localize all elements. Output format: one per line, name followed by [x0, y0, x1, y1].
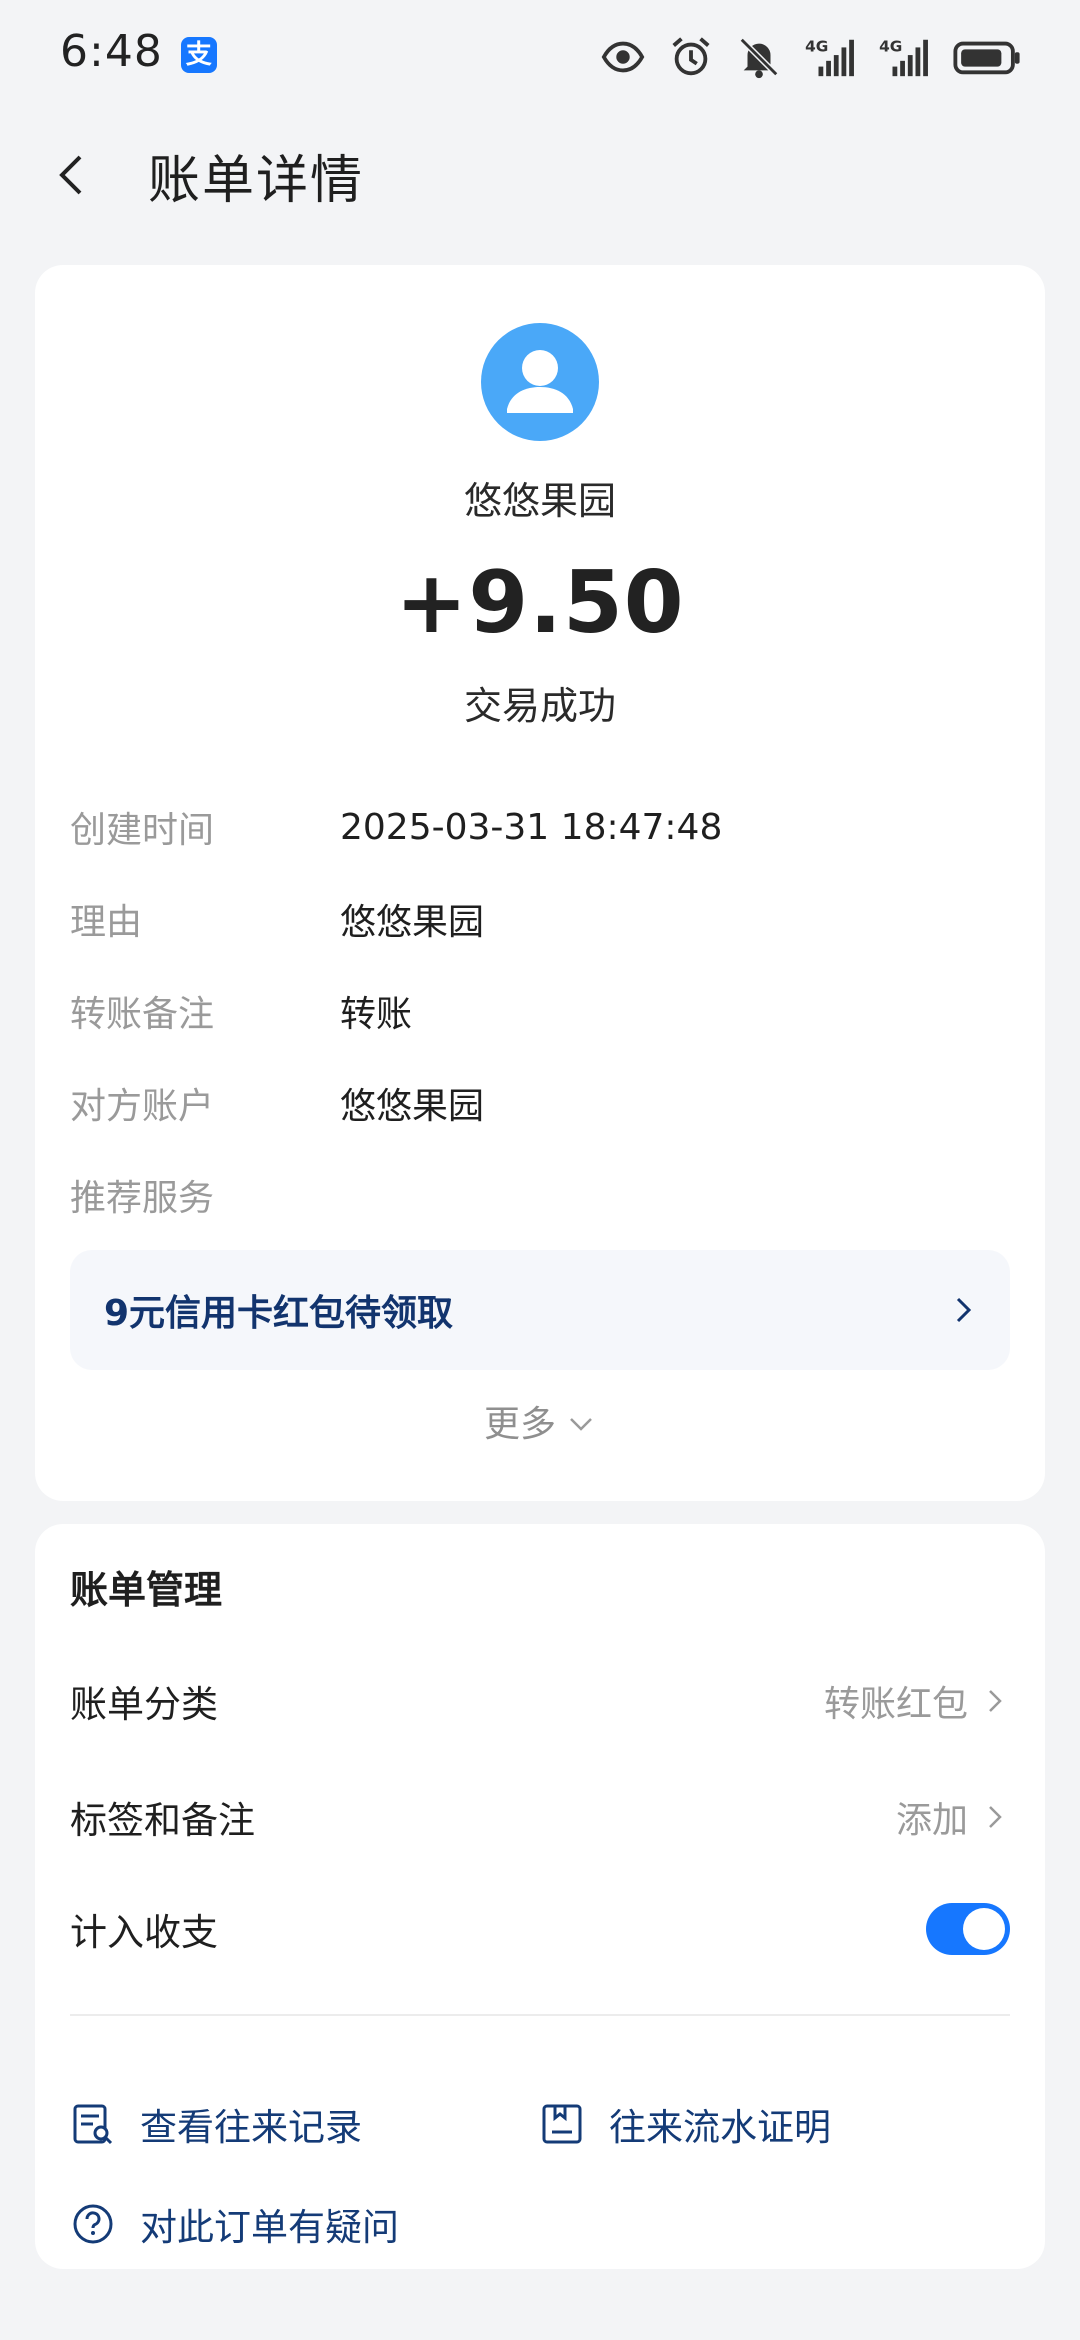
detail-label: 对方账户 — [70, 1086, 215, 1127]
payee-avatar[interactable] — [481, 323, 599, 441]
transaction-amount: +9.50 — [395, 553, 685, 653]
more-button[interactable]: 更多 — [35, 1395, 1045, 1447]
document-proof-icon — [539, 2101, 585, 2147]
transaction-status: 交易成功 — [463, 684, 616, 728]
include-in-budget-toggle[interactable] — [926, 1903, 1010, 1955]
view-history-label: 查看往来记录 — [140, 2106, 362, 2149]
bill-category-row[interactable]: 账单分类 转账红包 — [70, 1666, 1010, 1736]
top-bar: 账单详情 — [0, 120, 1080, 230]
status-bar-right: 4G 4G — [600, 34, 1022, 80]
promo-text: 9元信用卡红包待领取 — [104, 1293, 454, 1334]
detail-label: 创建时间 — [70, 810, 215, 851]
transaction-proof-label: 往来流水证明 — [609, 2106, 831, 2149]
question-circle-icon — [70, 2201, 116, 2247]
network-label-1: 4G — [805, 37, 828, 55]
detail-value: 悠悠果园 — [340, 1086, 485, 1127]
detail-row-remark: 转账备注 转账 — [70, 981, 1010, 1041]
page-title: 账单详情 — [148, 150, 365, 211]
detail-label: 转账备注 — [70, 994, 215, 1035]
chevron-right-icon — [980, 1802, 1010, 1832]
detail-value: 2025-03-31 18:47:48 — [340, 806, 723, 848]
promo-credit-card-banner[interactable]: 9元信用卡红包待领取 — [70, 1250, 1010, 1370]
mute-bell-icon — [736, 34, 782, 80]
bill-category-label: 账单分类 — [70, 1683, 218, 1726]
back-button[interactable] — [36, 139, 108, 211]
detail-row-recommended: 推荐服务 — [70, 1165, 1010, 1225]
status-time: 6:48 — [60, 26, 163, 77]
more-label: 更多 — [483, 1404, 556, 1445]
detail-label: 推荐服务 — [70, 1178, 215, 1219]
record-search-icon — [70, 2101, 116, 2147]
detail-value: 悠悠果园 — [340, 902, 485, 943]
signal-4g-icon: 4G — [878, 34, 930, 80]
signal-4g-icon: 4G — [804, 34, 856, 80]
back-arrow-icon — [59, 155, 82, 195]
detail-label: 理由 — [70, 902, 143, 943]
include-in-budget-label: 计入收支 — [70, 1911, 218, 1954]
transaction-card: 悠悠果园 +9.50 交易成功 创建时间 2025-03-31 18:47:48… — [35, 265, 1045, 1501]
detail-row-created-time: 创建时间 2025-03-31 18:47:48 — [70, 797, 1010, 857]
view-history-link[interactable]: 查看往来记录 — [70, 2089, 362, 2159]
alarm-icon — [668, 34, 714, 80]
network-label-2: 4G — [879, 37, 902, 55]
detail-row-counterparty: 对方账户 悠悠果园 — [70, 1073, 1010, 1133]
detail-value: 转账 — [340, 994, 413, 1035]
status-bar-left: 6:48 支 — [60, 26, 217, 77]
bill-category-value: 转账红包 — [823, 1684, 968, 1725]
order-question-link[interactable]: 对此订单有疑问 — [70, 2189, 399, 2259]
chevron-right-icon — [946, 1293, 980, 1327]
tags-remarks-row[interactable]: 标签和备注 添加 — [70, 1782, 1010, 1852]
divider — [70, 2014, 1010, 2016]
alipay-badge-icon: 支 — [180, 36, 217, 73]
bill-management-card: 账单管理 账单分类 转账红包 标签和备注 添加 计入收支 查看往来记录 往来流水… — [35, 1524, 1045, 2269]
chevron-right-icon — [980, 1686, 1010, 1716]
detail-row-reason: 理由 悠悠果园 — [70, 889, 1010, 949]
tags-remarks-value: 添加 — [895, 1800, 968, 1841]
transaction-proof-link[interactable]: 往来流水证明 — [539, 2089, 831, 2159]
battery-icon — [952, 34, 1022, 80]
toggle-knob — [963, 1908, 1005, 1950]
chevron-down-icon — [566, 1406, 596, 1436]
status-bar: 6:48 支 4G 4G — [0, 0, 1080, 100]
tags-remarks-label: 标签和备注 — [70, 1799, 255, 1842]
order-question-label: 对此订单有疑问 — [140, 2206, 399, 2249]
eye-icon — [600, 34, 646, 80]
user-icon — [507, 350, 573, 413]
bill-category-right: 转账红包 — [824, 1675, 1010, 1727]
payee-name: 悠悠果园 — [463, 479, 616, 523]
section-title: 账单管理 — [70, 1568, 223, 1612]
tags-remarks-right: 添加 — [896, 1791, 1010, 1843]
include-in-budget-row: 计入收支 — [70, 1894, 1010, 1964]
